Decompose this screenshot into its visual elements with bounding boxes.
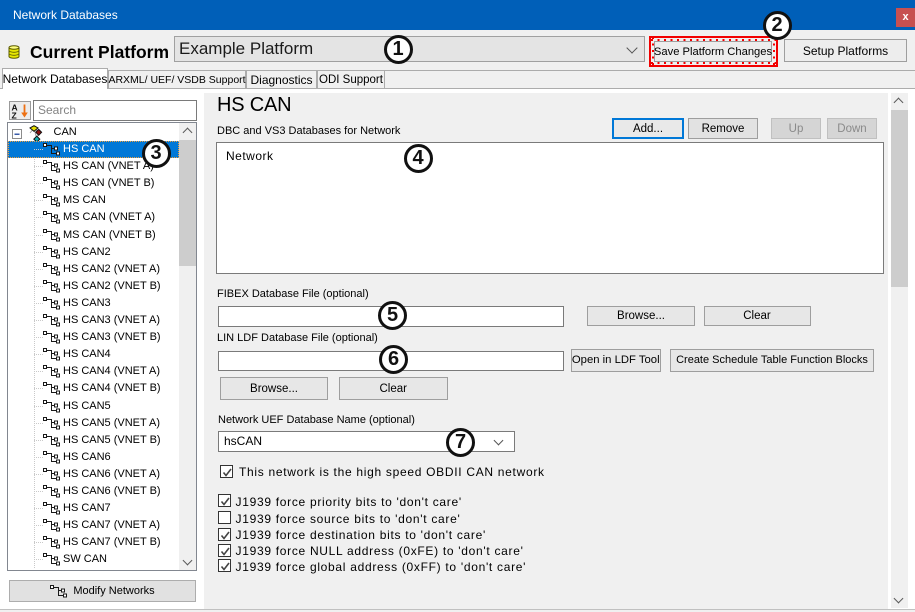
svg-text:Z: Z xyxy=(12,111,17,120)
